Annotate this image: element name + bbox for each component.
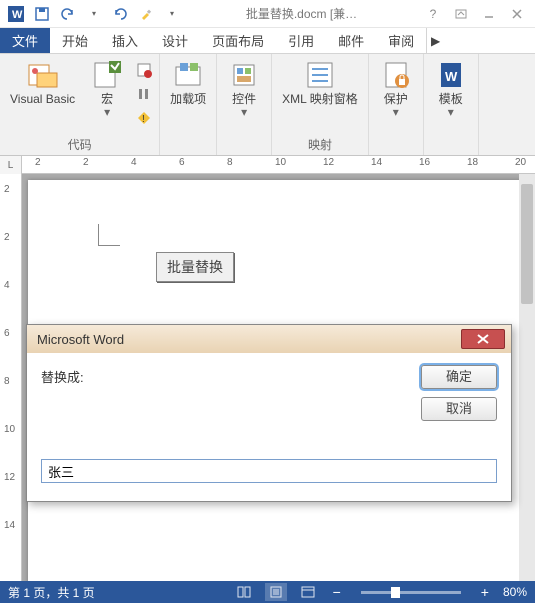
xml-mapping-icon [304,59,336,91]
close-icon [476,334,490,344]
window-controls: ? [419,3,531,25]
group-controls-label [221,151,267,154]
read-mode-icon[interactable] [233,583,255,601]
controls-dropdown-icon: ▾ [241,106,247,119]
word-app-icon[interactable]: W [4,3,28,25]
zoom-out-button[interactable]: − [329,584,345,600]
highlight-icon[interactable] [134,3,158,25]
protect-button[interactable]: 保护 ▾ [373,57,419,135]
tab-mailings[interactable]: 邮件 [326,28,376,53]
vertical-scrollbar[interactable] [519,174,535,581]
group-controls: 控件 ▾ [217,54,272,155]
record-macro-icon[interactable] [133,59,155,81]
dialog-title: Microsoft Word [37,332,461,347]
save-icon[interactable] [30,3,54,25]
addins-button[interactable]: 加载项 [164,57,212,135]
macros-icon [91,59,123,91]
zoom-level[interactable]: 80% [503,585,527,599]
code-small-buttons: ! [133,57,155,129]
zoom-slider[interactable] [361,591,461,594]
tab-home[interactable]: 开始 [50,28,100,53]
redo-icon[interactable] [108,3,132,25]
dialog-buttons: 确定 取消 [421,365,497,421]
horizontal-ruler: L 22468101214161820 [0,156,535,174]
group-code: Visual Basic 宏 ▾ ! 代码 [0,54,160,155]
templates-button[interactable]: W 模板 ▾ [428,57,474,135]
visual-basic-button[interactable]: Visual Basic [4,57,81,135]
svg-text:!: ! [142,114,145,125]
xml-mapping-button[interactable]: XML 映射窗格 [276,57,364,135]
dialog-close-button[interactable] [461,329,505,349]
qat-dropdown-icon[interactable]: ▾ [160,3,184,25]
print-layout-icon[interactable] [265,583,287,601]
controls-icon [228,59,260,91]
xml-mapping-label: XML 映射窗格 [282,93,358,106]
tab-references[interactable]: 引用 [276,28,326,53]
titlebar: W ▾ ▾ 批量替换.docm [兼… ? [0,0,535,28]
help-icon[interactable]: ? [419,3,447,25]
minimize-icon[interactable] [475,3,503,25]
tab-layout[interactable]: 页面布局 [200,28,276,53]
input-dialog: Microsoft Word 替换成: 确定 取消 [26,324,512,502]
dialog-body: 替换成: 确定 取消 [27,353,511,501]
vertical-ruler[interactable]: 22468101214 [0,174,22,581]
document-macro-button[interactable]: 批量替换 [156,252,234,282]
ruler-strip[interactable]: 22468101214161820 [22,156,535,173]
visual-basic-icon [27,59,59,91]
addins-icon [172,59,204,91]
group-protect-label [373,151,419,154]
dialog-input[interactable] [41,459,497,483]
paragraph-mark [98,224,120,246]
group-code-label: 代码 [4,135,155,155]
ribbon: Visual Basic 宏 ▾ ! 代码 加载项 [0,54,535,156]
close-icon[interactable] [503,3,531,25]
svg-text:W: W [445,69,458,84]
quick-access-toolbar: W ▾ ▾ [4,3,184,25]
group-protect: 保护 ▾ [369,54,424,155]
tab-scroll-right-icon[interactable]: ▶ [426,28,444,53]
protect-dropdown-icon: ▾ [393,106,399,119]
addins-label: 加载项 [170,93,206,106]
tab-insert[interactable]: 插入 [100,28,150,53]
undo-icon[interactable] [56,3,80,25]
tab-file[interactable]: 文件 [0,28,50,53]
protect-icon [380,59,412,91]
zoom-in-button[interactable]: + [477,584,493,600]
group-addins: 加载项 [160,54,217,155]
dialog-titlebar[interactable]: Microsoft Word [27,325,511,353]
macros-dropdown-icon: ▾ [104,106,110,119]
undo-dropdown-icon[interactable]: ▾ [82,3,106,25]
macro-security-icon[interactable]: ! [133,107,155,129]
web-layout-icon[interactable] [297,583,319,601]
controls-button[interactable]: 控件 ▾ [221,57,267,135]
cancel-button[interactable]: 取消 [421,397,497,421]
ruler-corner: L [0,156,22,174]
visual-basic-label: Visual Basic [10,93,75,106]
zoom-slider-knob[interactable] [391,587,400,598]
statusbar: 第 1 页，共 1 页 − + 80% [0,581,535,603]
group-templates-label [428,151,474,154]
group-addins-label [164,151,212,154]
ribbon-options-icon[interactable] [447,3,475,25]
templates-icon: W [435,59,467,91]
tab-review[interactable]: 审阅 [376,28,426,53]
pause-macro-icon[interactable] [133,83,155,105]
page-indicator[interactable]: 第 1 页，共 1 页 [8,584,95,601]
group-templates: W 模板 ▾ [424,54,479,155]
group-mapping-label: 映射 [276,135,364,155]
group-mapping: XML 映射窗格 映射 [272,54,369,155]
ok-button[interactable]: 确定 [421,365,497,389]
scrollbar-thumb[interactable] [521,184,533,304]
window-title: 批量替换.docm [兼… [184,5,419,22]
macros-button[interactable]: 宏 ▾ [85,57,129,135]
templates-dropdown-icon: ▾ [448,106,454,119]
ribbon-tabs: 文件 开始 插入 设计 页面布局 引用 邮件 审阅 ▶ [0,28,535,54]
svg-text:W: W [12,9,23,21]
tab-design[interactable]: 设计 [150,28,200,53]
